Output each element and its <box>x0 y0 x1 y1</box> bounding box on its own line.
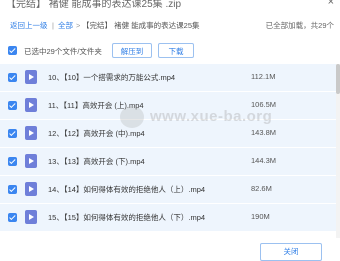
extract-to-button[interactable]: 解压到 <box>112 43 152 58</box>
download-button[interactable]: 下载 <box>158 43 194 58</box>
list-scrollbar[interactable] <box>336 64 340 238</box>
graduation-cap-icon <box>120 106 144 128</box>
video-file-icon <box>25 126 37 140</box>
video-file-icon <box>25 98 37 112</box>
selected-count: 已选中29个文件/文件夹 <box>24 47 102 56</box>
watermark-text: www.xue-ba.org <box>150 107 273 125</box>
back-link[interactable]: 返回上一级 <box>10 16 48 36</box>
close-button[interactable]: 关闭 <box>260 243 322 261</box>
file-name: 13、【13】高效开会 (下).mp4 <box>48 157 145 166</box>
row-checkbox[interactable] <box>8 185 17 194</box>
row-checkbox[interactable] <box>8 213 17 222</box>
scrollbar-thumb[interactable] <box>336 64 340 94</box>
window-titlebar: 【完结】 褚健 能成事的表达课25集 .zip × <box>0 0 340 10</box>
video-file-icon <box>25 154 37 168</box>
file-name: 10、【10】一个搭需求的万能公式.mp4 <box>48 73 176 82</box>
file-row[interactable]: 15、【15】如何得体有效的拒绝他人（下）.mp4 190M <box>0 204 340 232</box>
file-row[interactable]: 14、【14】如何得体有效的拒绝他人（上）.mp4 82.6M <box>0 176 340 204</box>
breadcrumb-root-link[interactable]: 全部 <box>58 16 73 36</box>
window-title: 【完结】 褚健 能成事的表达课25集 .zip <box>6 0 182 10</box>
row-checkbox[interactable] <box>8 101 17 110</box>
file-row[interactable]: 13、【13】高效开会 (下).mp4 144.3M <box>0 148 340 176</box>
video-file-icon <box>25 70 37 84</box>
toolbar: 已选中29个文件/文件夹 解压到 下载 <box>0 38 340 65</box>
breadcrumb-arrow: > <box>76 21 81 30</box>
file-size: 82.6M <box>251 184 272 193</box>
select-all-checkbox[interactable] <box>8 46 17 55</box>
file-list: 10、【10】一个搭需求的万能公式.mp4 112.1M 11、【11】高效开会… <box>0 64 340 232</box>
video-file-icon <box>25 182 37 196</box>
file-size: 190M <box>251 212 270 221</box>
close-icon[interactable]: × <box>328 0 334 8</box>
breadcrumb-separator: | <box>52 21 54 30</box>
file-size: 144.3M <box>251 156 277 165</box>
file-name: 14、【14】如何得体有效的拒绝他人（上）.mp4 <box>48 185 206 194</box>
file-row[interactable]: 10、【10】一个搭需求的万能公式.mp4 112.1M <box>0 64 340 92</box>
row-checkbox[interactable] <box>8 157 17 166</box>
breadcrumb: 返回上一级 | 全部 > 【完结】 褚健 能成事的表达课25集 已全部加载，共2… <box>0 16 340 36</box>
load-status: 已全部加载，共29个 <box>265 21 334 30</box>
row-checkbox[interactable] <box>8 129 17 138</box>
file-name: 15、【15】如何得体有效的拒绝他人（下）.mp4 <box>48 213 206 222</box>
file-size: 112.1M <box>251 72 276 81</box>
watermark: www.xue-ba.org <box>120 106 272 134</box>
video-file-icon <box>25 210 37 224</box>
breadcrumb-current: 【完结】 褚健 能成事的表达课25集 <box>82 21 200 30</box>
row-checkbox[interactable] <box>8 73 17 82</box>
